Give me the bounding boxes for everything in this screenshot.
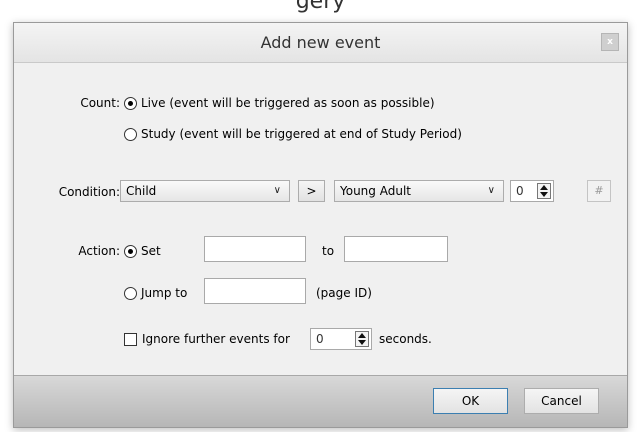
- spin-up-icon[interactable]: [358, 333, 366, 338]
- condition-label: Condition:: [58, 185, 120, 199]
- spin-arrows[interactable]: [355, 331, 369, 347]
- cancel-button[interactable]: Cancel: [524, 388, 599, 414]
- live-radio[interactable]: [124, 97, 137, 110]
- count-label: Count:: [80, 96, 120, 110]
- ignore-checkbox[interactable]: [124, 333, 137, 346]
- condition-number-value: 0: [516, 184, 524, 198]
- jump-radio[interactable]: [124, 287, 137, 300]
- seconds-label: seconds.: [379, 332, 432, 346]
- dialog-footer: OK Cancel: [14, 375, 627, 427]
- spin-down-icon[interactable]: [358, 340, 366, 345]
- condition-right-value: Young Adult: [340, 184, 411, 198]
- set-label: Set: [141, 244, 161, 258]
- dialog-title: Add new event: [260, 33, 381, 52]
- dialog-titlebar: Add new event x: [14, 23, 627, 63]
- page-id-label: (page ID): [316, 286, 372, 300]
- jump-page-input[interactable]: [204, 278, 306, 304]
- spin-up-icon[interactable]: [540, 185, 548, 190]
- hash-button[interactable]: #: [587, 180, 611, 202]
- set-from-input[interactable]: [204, 236, 306, 262]
- close-icon[interactable]: x: [601, 33, 619, 51]
- to-label: to: [322, 244, 335, 258]
- jump-label: Jump to: [141, 286, 188, 300]
- ignore-seconds-stepper[interactable]: 0: [310, 328, 372, 350]
- condition-right-select[interactable]: Young Adult ∨: [334, 180, 504, 202]
- action-label: Action:: [78, 244, 120, 258]
- chevron-down-icon: ∨: [273, 185, 281, 196]
- chevron-down-icon: ∨: [487, 185, 495, 196]
- condition-left-value: Child: [126, 184, 157, 198]
- spin-down-icon[interactable]: [540, 192, 548, 197]
- ignore-label: Ignore further events for: [142, 332, 290, 346]
- spin-arrows[interactable]: [537, 183, 551, 199]
- set-to-input[interactable]: [344, 236, 448, 262]
- condition-left-select[interactable]: Child ∨: [120, 180, 290, 202]
- set-radio[interactable]: [124, 245, 137, 258]
- ignore-seconds-value: 0: [316, 332, 324, 346]
- live-option-label: Live (event will be triggered as soon as…: [141, 96, 435, 110]
- condition-number-stepper[interactable]: 0: [510, 180, 554, 202]
- study-radio[interactable]: [124, 128, 137, 141]
- add-event-dialog: Add new event x Count: Live (event will …: [13, 22, 628, 428]
- operator-button[interactable]: >: [298, 180, 325, 202]
- study-option-label: Study (event will be triggered at end of…: [141, 127, 462, 141]
- ok-button[interactable]: OK: [433, 388, 508, 414]
